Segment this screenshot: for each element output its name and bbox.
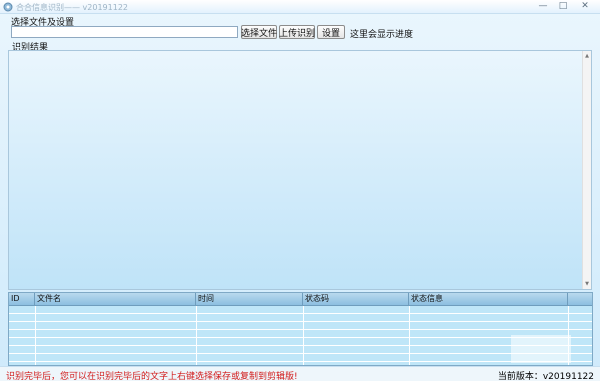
column-divider [196, 306, 197, 365]
column-divider [303, 306, 304, 365]
table-body [9, 306, 592, 365]
version-label: 当前版本：v20191122 [497, 372, 594, 381]
column-header-filename[interactable]: 文件名 [35, 293, 196, 305]
table-row [9, 330, 592, 338]
results-table[interactable]: ID 文件名 时间 状态码 状态信息 [8, 292, 593, 366]
column-divider [35, 306, 36, 365]
status-bar: 识别完毕后，您可以在识别完毕后的文字上右键选择保存或复制到剪辑版! 当前版本：v… [0, 366, 600, 381]
title-bar: 合合信息识别—— v20191122 — □ ✕ [0, 0, 600, 14]
settings-button[interactable]: 设置 [317, 25, 345, 39]
app-icon [3, 2, 13, 12]
result-textarea[interactable]: ▲ ▼ [8, 50, 592, 290]
table-row [9, 314, 592, 322]
column-header-id[interactable]: ID [9, 293, 35, 305]
maximize-icon[interactable]: □ [554, 0, 572, 12]
file-path-input[interactable] [11, 26, 238, 38]
table-row [9, 306, 592, 314]
column-header-time[interactable]: 时间 [196, 293, 303, 305]
result-scrollbar[interactable]: ▲ ▼ [582, 51, 591, 289]
table-header: ID 文件名 时间 状态码 状态信息 [9, 293, 592, 306]
column-divider [409, 306, 410, 365]
scroll-up-icon[interactable]: ▲ [583, 52, 591, 60]
select-file-button[interactable]: 选择文件 [241, 25, 277, 39]
status-message: 识别完毕后，您可以在识别完毕后的文字上右键选择保存或复制到剪辑版! [6, 372, 298, 381]
table-row [9, 322, 592, 330]
close-icon[interactable]: ✕ [574, 0, 596, 12]
table-row [9, 346, 592, 354]
column-header-status-info[interactable]: 状态信息 [409, 293, 568, 305]
column-header-status-code[interactable]: 状态码 [303, 293, 409, 305]
minimize-icon[interactable]: — [534, 0, 552, 12]
progress-text: 这里会显示进度 [350, 30, 414, 40]
upload-recognize-button[interactable]: 上传识别 [279, 25, 315, 39]
window-controls: — □ ✕ [534, 0, 596, 13]
window-title: 合合信息识别—— v20191122 [16, 3, 128, 12]
table-row [9, 354, 592, 362]
watermark-overlay [511, 335, 571, 363]
table-row [9, 338, 592, 346]
scroll-down-icon[interactable]: ▼ [583, 280, 591, 288]
